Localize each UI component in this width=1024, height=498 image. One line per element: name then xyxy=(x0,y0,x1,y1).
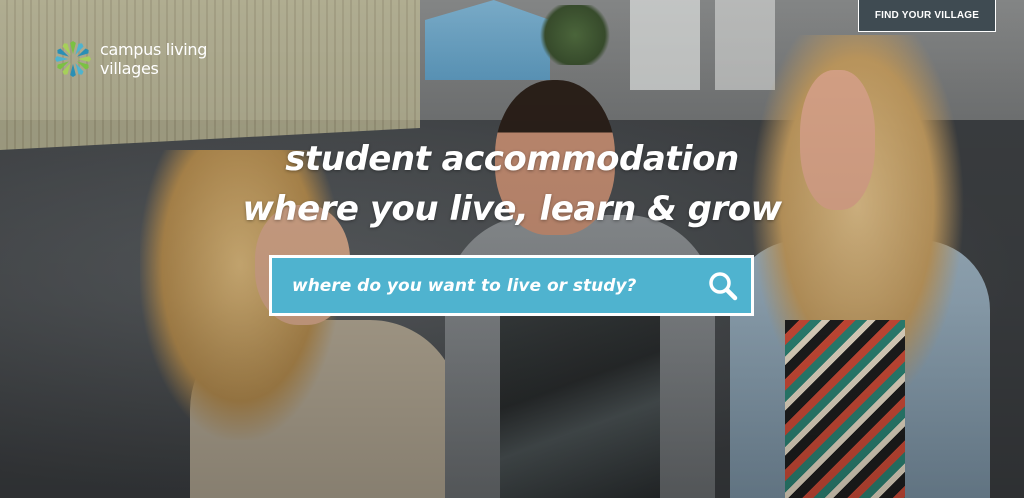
logo-petal xyxy=(77,56,92,62)
headline-line-2: where you live, learn & grow xyxy=(242,189,782,229)
logo-petal xyxy=(70,63,76,78)
logo-wordmark: campus living villages xyxy=(100,40,207,78)
search-bar xyxy=(269,255,754,316)
site-logo[interactable]: campus living villages xyxy=(54,40,207,78)
logo-line-1: campus living xyxy=(100,40,208,59)
logo-petal xyxy=(70,40,76,55)
search-input[interactable] xyxy=(272,258,705,313)
logo-petal xyxy=(54,56,69,62)
hero-headline: student accommodation where you live, le… xyxy=(0,134,1024,234)
sunburst-icon xyxy=(54,40,92,78)
find-your-village-button[interactable]: FIND YOUR VILLAGE xyxy=(858,0,996,32)
search-icon[interactable] xyxy=(705,268,741,304)
headline-line-1: student accommodation xyxy=(285,139,739,179)
logo-line-2: villages xyxy=(100,59,159,78)
